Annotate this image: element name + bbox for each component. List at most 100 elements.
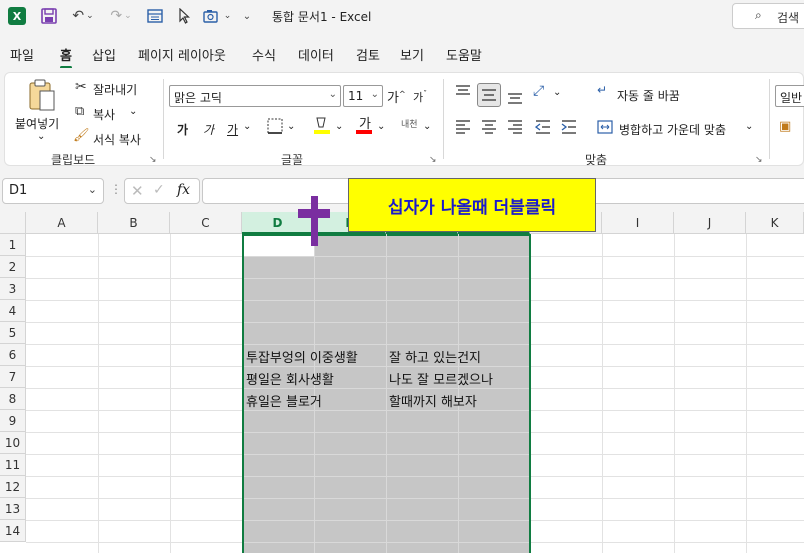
format-painter-button[interactable]: 서식 복사 [93, 131, 141, 148]
font-color-dropdown-icon[interactable]: ⌄ [377, 121, 385, 132]
orientation-icon[interactable]: ⤢ [533, 83, 544, 99]
merge-dropdown-icon[interactable]: ⌄ [745, 121, 753, 132]
name-box[interactable]: D1 ⌄ [2, 178, 104, 204]
grow-font-button[interactable]: 가^ [387, 87, 406, 106]
row-header-7[interactable]: 7 [0, 366, 26, 388]
paste-button[interactable]: 붙여넣기 [15, 115, 59, 132]
border-dropdown-icon[interactable]: ⌄ [287, 121, 295, 132]
row-header-1[interactable]: 1 [0, 234, 26, 256]
camera-icon[interactable]: ⌄ [200, 6, 234, 26]
row-header-8[interactable]: 8 [0, 388, 26, 410]
column-header-a[interactable]: A [26, 212, 98, 234]
cell-f7[interactable]: 나도 잘 모르겠으나 [389, 369, 493, 388]
search-box[interactable]: ⌕ 검색 [732, 3, 804, 29]
row-header-14[interactable]: 14 [0, 520, 26, 542]
phonetic-dropdown-icon[interactable]: ⌄ [423, 121, 431, 132]
search-icon: ⌕ [755, 8, 762, 22]
column-header-j[interactable]: J [674, 212, 746, 234]
tab-data[interactable]: 데이터 [298, 45, 334, 64]
orientation-dropdown-icon[interactable]: ⌄ [553, 87, 561, 98]
align-bottom-icon[interactable] [507, 90, 523, 110]
cell-f6[interactable]: 잘 하고 있는건지 [389, 347, 481, 366]
more-options-icon[interactable]: ⋮ [110, 182, 122, 196]
fill-color-dropdown-icon[interactable]: ⌄ [335, 121, 343, 132]
align-right-icon[interactable] [507, 119, 523, 139]
row-header-12[interactable]: 12 [0, 476, 26, 498]
column-header-i[interactable]: I [602, 212, 674, 234]
cell-d7[interactable]: 평일은 회사생활 [246, 369, 334, 388]
decrease-indent-icon[interactable] [534, 119, 551, 139]
copy-dropdown-icon[interactable]: ⌄ [129, 106, 137, 117]
undo-icon[interactable]: ↶ ⌄ [68, 6, 98, 26]
row-header-4[interactable]: 4 [0, 300, 26, 322]
row-header-13[interactable]: 13 [0, 498, 26, 520]
redo-icon[interactable]: ↷ ⌄ [106, 6, 136, 26]
font-name-select[interactable]: 맑은 고딕 ⌄ [169, 85, 341, 107]
instruction-callout: 십자가 나올때 더블클릭 [348, 178, 596, 232]
number-format-select[interactable]: 일반 [775, 85, 804, 107]
tab-home[interactable]: 홈 [60, 45, 72, 69]
cell-f8[interactable]: 할때까지 해보자 [389, 391, 477, 410]
paste-icon[interactable] [27, 79, 57, 117]
align-top-icon[interactable] [455, 84, 471, 104]
insert-function-button[interactable]: fx [177, 182, 190, 198]
customize-icon[interactable]: ⌄ [240, 6, 254, 26]
fill-color-icon[interactable] [313, 115, 331, 139]
clipboard-launcher-icon[interactable]: ↘ [149, 155, 157, 165]
select-all-corner[interactable] [0, 212, 26, 234]
row-header-9[interactable]: 9 [0, 410, 26, 432]
row-header-10[interactable]: 10 [0, 432, 26, 454]
grid-line [674, 234, 675, 553]
tab-insert[interactable]: 삽입 [92, 45, 116, 64]
font-color-icon[interactable]: 가 [355, 115, 373, 139]
cell-d8[interactable]: 휴일은 블로거 [246, 391, 322, 410]
merge-center-button[interactable]: 병합하고 가운데 맞춤 [619, 121, 726, 138]
tab-file[interactable]: 파일 [10, 45, 34, 64]
grid-line [244, 476, 529, 477]
number-format-value: 일반 [780, 91, 803, 105]
increase-indent-icon[interactable] [561, 119, 577, 139]
wrap-text-button[interactable]: 자동 줄 바꿈 [617, 87, 680, 104]
enter-icon[interactable]: ✓ [153, 182, 165, 198]
row-header-2[interactable]: 2 [0, 256, 26, 278]
font-size-select[interactable]: 11 ⌄ [343, 85, 383, 107]
tab-formulas[interactable]: 수식 [252, 45, 276, 64]
row-header-6[interactable]: 6 [0, 344, 26, 366]
align-middle-icon[interactable] [481, 87, 497, 107]
italic-button[interactable]: 가 [203, 121, 214, 138]
tab-view[interactable]: 보기 [400, 45, 424, 64]
cell-d6[interactable]: 투잡부엉의 이중생활 [246, 347, 358, 366]
column-header-c[interactable]: C [170, 212, 242, 234]
align-center-icon[interactable] [481, 119, 497, 139]
font-size-value: 11 [348, 89, 364, 103]
underline-dropdown-icon[interactable]: ⌄ [243, 121, 251, 132]
cancel-icon[interactable]: ✕ [131, 182, 144, 200]
row-header-11[interactable]: 11 [0, 454, 26, 476]
underline-button[interactable]: 가 [227, 121, 238, 138]
cut-button[interactable]: 잘라내기 [93, 81, 137, 98]
column-header-k[interactable]: K [746, 212, 804, 234]
copy-button[interactable]: 복사 [93, 106, 115, 123]
grid-line [244, 322, 529, 323]
save-icon[interactable] [38, 6, 60, 26]
row-header-3[interactable]: 3 [0, 278, 26, 300]
column-header-b[interactable]: B [98, 212, 170, 234]
alignment-launcher-icon[interactable]: ↘ [755, 155, 763, 165]
border-icon[interactable] [267, 118, 283, 138]
tab-review[interactable]: 검토 [356, 45, 380, 64]
row-header-5[interactable]: 5 [0, 322, 26, 344]
shrink-font-button[interactable]: 가ˇ [413, 89, 427, 105]
paste-dropdown-icon[interactable]: ⌄ [37, 131, 45, 142]
bold-button[interactable]: 가 [177, 121, 188, 138]
worksheet-grid[interactable]: A B C D E F G H I J K 1 2 3 4 5 6 7 8 9 … [0, 212, 804, 553]
form-icon[interactable] [144, 6, 166, 26]
group-separator [443, 79, 444, 159]
currency-format-icon[interactable]: ▣ [779, 119, 791, 134]
tab-help[interactable]: 도움말 [446, 45, 482, 64]
active-cell-d1[interactable] [244, 236, 314, 256]
align-left-icon[interactable] [455, 119, 471, 139]
tab-page-layout[interactable]: 페이지 레이아웃 [138, 45, 226, 64]
phonetic-button[interactable]: 내천 [401, 117, 418, 130]
font-launcher-icon[interactable]: ↘ [429, 155, 437, 165]
pointer-icon[interactable] [174, 6, 194, 26]
